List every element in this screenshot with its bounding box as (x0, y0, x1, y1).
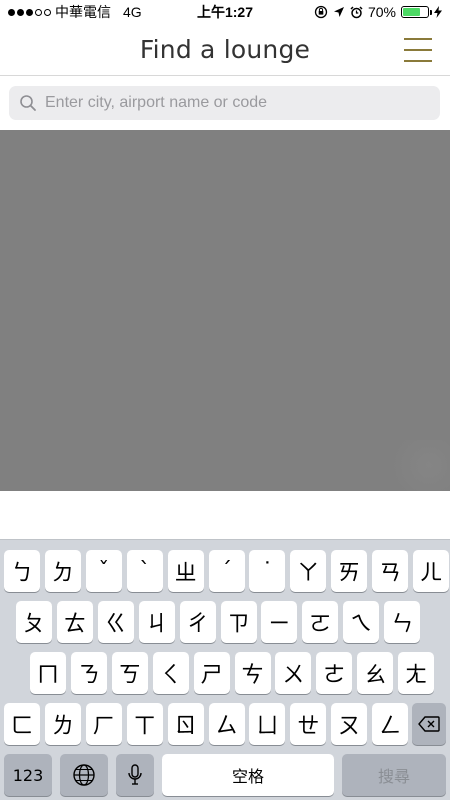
keyboard-key[interactable]: ㄠ (357, 652, 394, 694)
keyboard-key[interactable]: ㄔ (179, 601, 216, 643)
navigation-bar: Find a lounge (0, 24, 450, 76)
keyboard-key[interactable]: ㄈ (4, 703, 40, 745)
keyboard-key[interactable]: ㄐ (138, 601, 175, 643)
keyboard-key[interactable]: ㄉ (44, 550, 81, 592)
keyboard-key[interactable]: ㄋ (70, 652, 107, 694)
keyboard-key[interactable]: ˇ (85, 550, 122, 592)
battery-percent: 70% (367, 4, 396, 20)
keyboard-key[interactable]: ㄖ (167, 703, 204, 745)
backspace-icon (418, 716, 440, 732)
keyboard-key[interactable]: ㄒ (126, 703, 163, 745)
keyboard-key[interactable]: ㄍ (97, 601, 134, 643)
orientation-lock-icon (314, 5, 328, 19)
numbers-key[interactable]: 123 (4, 754, 52, 796)
network-type: 4G (123, 4, 142, 20)
keyboard-key[interactable]: ㄧ (261, 601, 298, 643)
backspace-icon[interactable] (412, 703, 446, 745)
status-bar: 中華電信 4G 上午1:27 70% (0, 0, 450, 24)
globe-icon[interactable] (60, 754, 108, 796)
keyboard-key[interactable]: ㄜ (316, 652, 353, 694)
keyboard-key[interactable]: ㄝ (290, 703, 327, 745)
keyboard-key[interactable]: ㄓ (167, 550, 204, 592)
keyboard: ㄅㄉ ˇ ˋ ㄓ ˊ ˙ ㄚㄞㄢㄦㄆㄊㄍㄐㄔㄗㄧㄛㄟㄣㄇㄋㄎㄑㄕㄘㄨㄜㄠㄤㄈㄌㄏㄒㄖㄙㄩㄝㄡ… (0, 539, 450, 800)
keyboard-key[interactable]: ㄥ (372, 703, 409, 745)
keyboard-key[interactable]: ㄤ (398, 652, 435, 694)
keyboard-key[interactable]: ㄚ (290, 550, 327, 592)
keyboard-key[interactable]: ㄌ (44, 703, 81, 745)
charging-bolt-icon (434, 6, 442, 18)
search-bar[interactable] (9, 86, 440, 120)
space-key[interactable]: 空格 (162, 754, 334, 796)
hamburger-menu-icon[interactable] (404, 38, 432, 62)
map-overlay (380, 440, 450, 491)
search-input[interactable] (45, 94, 425, 112)
alarm-clock-icon (350, 5, 363, 18)
status-time: 上午1:27 (196, 4, 254, 20)
menu-line (404, 49, 432, 51)
keyboard-key[interactable]: ㄩ (249, 703, 286, 745)
keyboard-key[interactable]: ㄞ (331, 550, 368, 592)
keyboard-key[interactable]: ㄑ (152, 652, 189, 694)
status-bar-left: 中華電信 4G (8, 2, 168, 22)
menu-line (404, 38, 432, 40)
keyboard-key[interactable]: ㄦ (413, 550, 449, 592)
keyboard-key[interactable]: ㄎ (111, 652, 148, 694)
page-title: Find a lounge (139, 35, 311, 64)
search-key[interactable]: 搜尋 (342, 754, 446, 796)
battery-icon (401, 6, 432, 18)
carrier-name: 中華電信 (55, 4, 111, 20)
keyboard-key[interactable]: ㄏ (85, 703, 122, 745)
search-icon (20, 95, 36, 111)
keyboard-key[interactable]: ㄘ (234, 652, 271, 694)
keyboard-key[interactable]: ㄕ (193, 652, 230, 694)
keyboard-key[interactable]: ㄊ (56, 601, 93, 643)
keyboard-key[interactable]: ㄅ (4, 550, 40, 592)
keyboard-key[interactable]: ㄨ (275, 652, 312, 694)
keyboard-key[interactable]: ㄙ (208, 703, 245, 745)
keyboard-key[interactable]: ㄢ (372, 550, 409, 592)
content-strip (0, 491, 450, 539)
keyboard-key[interactable]: ㄗ (220, 601, 257, 643)
globe-icon (73, 764, 95, 786)
location-arrow-icon (333, 7, 344, 17)
status-bar-right: 70% (282, 4, 442, 20)
keyboard-key[interactable]: ㄆ (16, 601, 52, 643)
microphone-icon (128, 764, 142, 785)
keyboard-key[interactable]: ㄇ (30, 652, 66, 694)
map-view[interactable] (0, 130, 450, 491)
keyboard-key[interactable]: ㄡ (331, 703, 368, 745)
keyboard-key[interactable]: ㄣ (384, 601, 421, 643)
microphone-icon[interactable] (116, 754, 154, 796)
keyboard-key[interactable]: ㄟ (343, 601, 380, 643)
signal-strength-icon (8, 8, 51, 16)
keyboard-key[interactable]: ˋ (126, 550, 163, 592)
keyboard-key[interactable]: ˊ (208, 550, 245, 592)
keyboard-key[interactable]: ˙ (249, 550, 286, 592)
menu-line (404, 60, 432, 62)
keyboard-key[interactable]: ㄛ (302, 601, 339, 643)
